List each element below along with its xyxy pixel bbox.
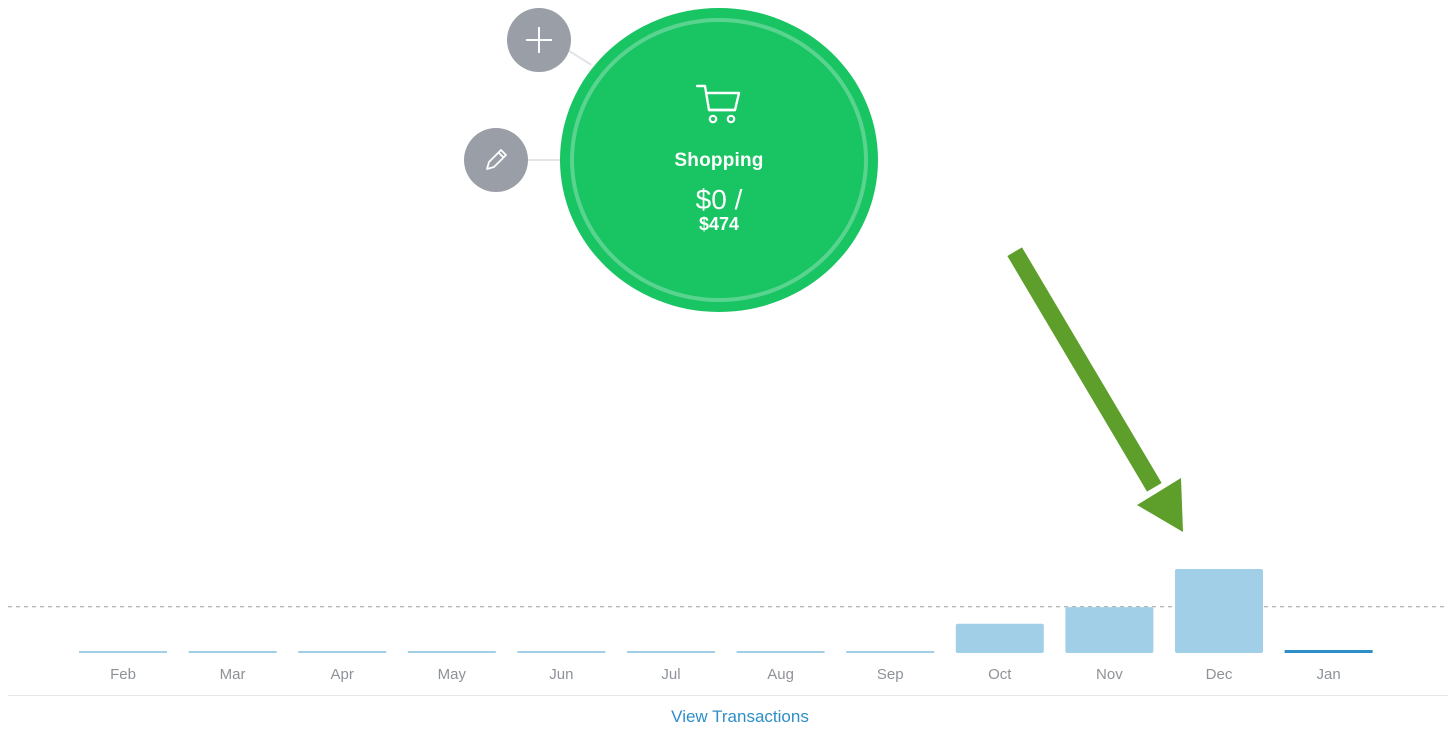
month-label-aug: Aug: [767, 666, 794, 683]
month-label-may: May: [438, 666, 467, 683]
bar-feb[interactable]: [79, 651, 167, 653]
bar-jun[interactable]: [517, 651, 606, 653]
month-label-dec: Dec: [1206, 666, 1233, 683]
bar-nov[interactable]: [1065, 607, 1154, 653]
month-label-oct: Oct: [988, 666, 1012, 683]
view-transactions-link[interactable]: View Transactions: [0, 707, 1452, 727]
budget-detail-panel: Shopping $0 / $474 Feb Mar Apr May Jun Jul Aug…: [0, 0, 1452, 729]
month-label-nov: Nov: [1096, 666, 1123, 683]
bar-apr[interactable]: [298, 651, 387, 653]
bar-aug[interactable]: [736, 651, 825, 653]
bar-oct[interactable]: [955, 623, 1044, 653]
bar-may[interactable]: [407, 651, 496, 653]
month-label-jun: Jun: [549, 666, 573, 683]
month-label-apr: Apr: [331, 666, 354, 683]
monthly-spending-chart: Feb Mar Apr May Jun Jul Aug Sep Oct Nov Dec Jan: [8, 569, 1448, 683]
bar-dec[interactable]: [1175, 569, 1263, 653]
month-label-mar: Mar: [220, 666, 246, 683]
bar-jul[interactable]: [627, 651, 715, 653]
month-label-jul: Jul: [661, 666, 680, 683]
divider: [8, 695, 1448, 696]
bar-sep[interactable]: [846, 651, 935, 653]
bar-mar[interactable]: [188, 651, 277, 653]
month-label-sep: Sep: [877, 666, 904, 683]
month-label-jan: Jan: [1317, 666, 1341, 683]
month-label-feb: Feb: [110, 666, 136, 683]
bar-jan[interactable]: [1284, 650, 1373, 653]
